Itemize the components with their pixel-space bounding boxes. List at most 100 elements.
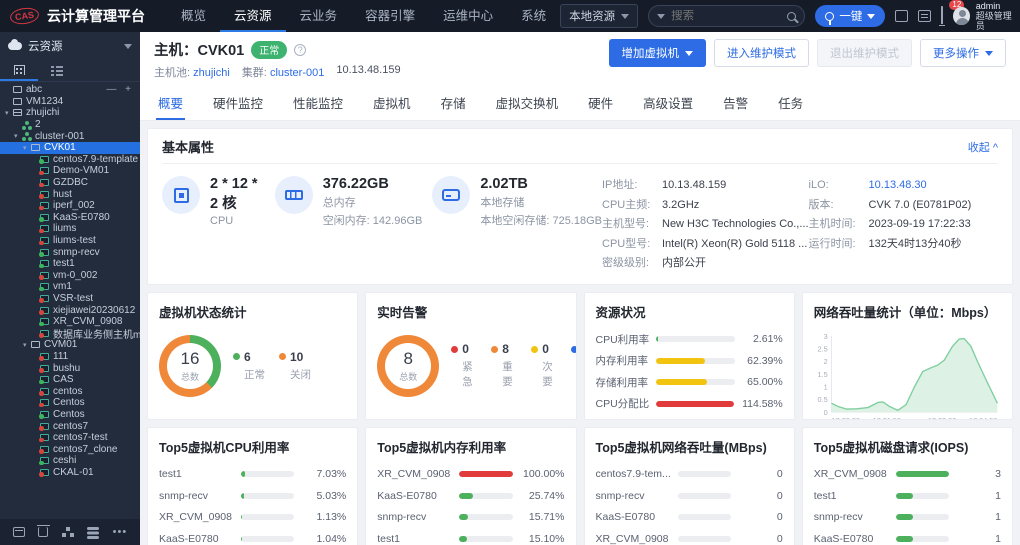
tree-item[interactable]: centos7 [0, 420, 140, 432]
tree-expand-caret[interactable]: ▾ [14, 132, 22, 140]
storage-stack-icon[interactable] [87, 527, 100, 537]
bar-value: 0 [776, 532, 783, 545]
tree-item[interactable]: VM1234 [0, 96, 140, 108]
bar-label: CPU分配比 [595, 398, 650, 411]
trash-icon[interactable] [36, 525, 50, 537]
tree-zoom-controls[interactable]: — + [106, 84, 140, 95]
sidebar-tab-topology[interactable] [0, 60, 38, 81]
nav-item[interactable]: 运维中心 [429, 0, 507, 32]
nav-item[interactable]: 容器引擎 [351, 0, 429, 32]
search-icon[interactable] [787, 11, 797, 21]
tree-item[interactable]: snmp-recv [0, 246, 140, 258]
sidebar-header[interactable]: 云资源 [0, 32, 140, 60]
legend-dot [233, 353, 240, 360]
search-input[interactable] [671, 10, 782, 22]
top5-memory-panel: Top5虚拟机内存利用率 XR_CVM_0908 100.00% KaaS-E078… [365, 426, 577, 545]
bar-value: 100.00% [523, 468, 565, 481]
fullscreen-icon[interactable] [895, 10, 909, 22]
tree-item-label: centos [53, 385, 83, 397]
tree-item[interactable]: CKAL-01 [0, 467, 140, 479]
meta-link[interactable]: zhujichi [193, 67, 230, 79]
tree-expand-caret[interactable]: ▾ [23, 144, 31, 152]
notifications[interactable]: 12 [941, 0, 965, 25]
tree-item[interactable]: xiejiawei20230612 [0, 304, 140, 316]
bar-label: XR_CVM_0908 [595, 532, 669, 545]
add-vm-button[interactable]: 增加虚拟机 [608, 39, 706, 67]
tree-item[interactable]: vm1 [0, 281, 140, 293]
tree-item[interactable]: centos [0, 385, 140, 397]
detail-link[interactable]: 10.13.48.30 [869, 176, 927, 196]
tab[interactable]: 硬件 [586, 86, 615, 120]
tree-item[interactable]: centos7.9-template [0, 154, 140, 166]
tree-item[interactable]: hust [0, 188, 140, 200]
tree-item[interactable]: Centos [0, 397, 140, 409]
more-actions-button[interactable]: 更多操作 [920, 39, 1006, 67]
tree-item[interactable]: VSR-test [0, 293, 140, 305]
one-click-button[interactable]: 一键 [815, 5, 886, 27]
resource-scope-select[interactable]: 本地资源 [560, 4, 639, 28]
bar-list: CPU利用率 2.61% 内存利用率 62.39% 存储利用率 65.00% CPU分配比 1… [595, 321, 783, 419]
tab[interactable]: 虚拟机 [371, 86, 413, 120]
tab[interactable]: 高级设置 [641, 86, 695, 120]
tree-item-label: GZDBC [53, 177, 88, 189]
tab[interactable]: 存储 [439, 86, 468, 120]
tree-item[interactable]: liums-test [0, 235, 140, 247]
tree-item[interactable]: centos7_clone [0, 443, 140, 455]
collapse-link[interactable]: 收起 ^ [968, 139, 998, 155]
tree-item[interactable]: abc — + [0, 84, 140, 96]
tree-item[interactable]: vm-0_002 [0, 270, 140, 282]
donut-total-label: 总数 [180, 371, 199, 382]
archive-icon[interactable] [12, 527, 25, 537]
tree-item[interactable]: 2 [0, 119, 140, 131]
bar-label: KaaS-E0780 [377, 489, 437, 502]
tree-expand-caret[interactable]: ▾ [5, 109, 13, 117]
tree-item[interactable]: Centos [0, 409, 140, 421]
tree-item[interactable]: centos7-test [0, 432, 140, 444]
tree-item[interactable]: ▾ cluster-001 [0, 130, 140, 142]
vm-icon [39, 294, 49, 303]
tree-item[interactable]: KaaS-E0780 [0, 212, 140, 224]
tab[interactable]: 虚拟交换机 [494, 86, 561, 120]
tree-item[interactable]: GZDBC [0, 177, 140, 189]
meta-link[interactable]: cluster-001 [270, 67, 324, 79]
tab[interactable]: 概要 [156, 86, 186, 120]
nav-item[interactable]: 云业务 [286, 0, 352, 32]
enter-maintenance-button[interactable]: 进入维护模式 [714, 39, 809, 67]
stat-label: CPU [210, 215, 234, 227]
tree-item[interactable]: Demo-VM01 [0, 165, 140, 177]
tab[interactable]: 性能监控 [291, 86, 345, 120]
task-list-icon[interactable] [918, 10, 932, 22]
more-icon[interactable]: ••• [113, 526, 128, 538]
panel-title: 实时告警 [377, 305, 428, 320]
tree-item[interactable]: ceshi [0, 455, 140, 467]
tab[interactable]: 告警 [721, 86, 750, 120]
tree-item[interactable]: CAS [0, 374, 140, 386]
tree-item[interactable]: 数据库业务侧主机mysql [0, 327, 140, 341]
search-box[interactable] [648, 5, 806, 27]
topology-icon[interactable] [61, 527, 74, 537]
bar-row: KaaS-E0780 1.04% [159, 528, 346, 545]
bar-track [655, 357, 735, 364]
tree-item[interactable]: iperf_002 [0, 200, 140, 212]
tree-item[interactable]: test1 [0, 258, 140, 270]
tree-item[interactable]: ▾ CVM01 [0, 339, 140, 351]
bar-track [459, 471, 513, 478]
tab[interactable]: 任务 [776, 86, 805, 120]
nav-item[interactable]: 概览 [167, 0, 220, 32]
sidebar-tab-list[interactable] [38, 60, 76, 81]
tree-item[interactable]: ▾ CVK01 [0, 141, 140, 154]
donut-ring: 8 总数 [377, 334, 440, 397]
detail-value: 3.2GHz [662, 198, 700, 211]
tree-item[interactable]: 111 [0, 351, 140, 363]
tree-expand-caret[interactable]: ▾ [23, 341, 31, 349]
nav-item[interactable]: 云资源 [220, 0, 286, 32]
nav-item[interactable]: 系统 [507, 0, 560, 32]
tree-item[interactable]: bushu [0, 362, 140, 374]
scope-select-value: 本地资源 [569, 11, 616, 23]
tree-item[interactable]: liums [0, 223, 140, 235]
search-filter-caret-icon[interactable] [657, 13, 666, 19]
help-icon[interactable]: ? [294, 43, 307, 56]
tab[interactable]: 硬件监控 [211, 86, 265, 120]
legend-top: 10 [279, 350, 311, 364]
tree-item[interactable]: ▾ zhujichi [0, 107, 140, 119]
